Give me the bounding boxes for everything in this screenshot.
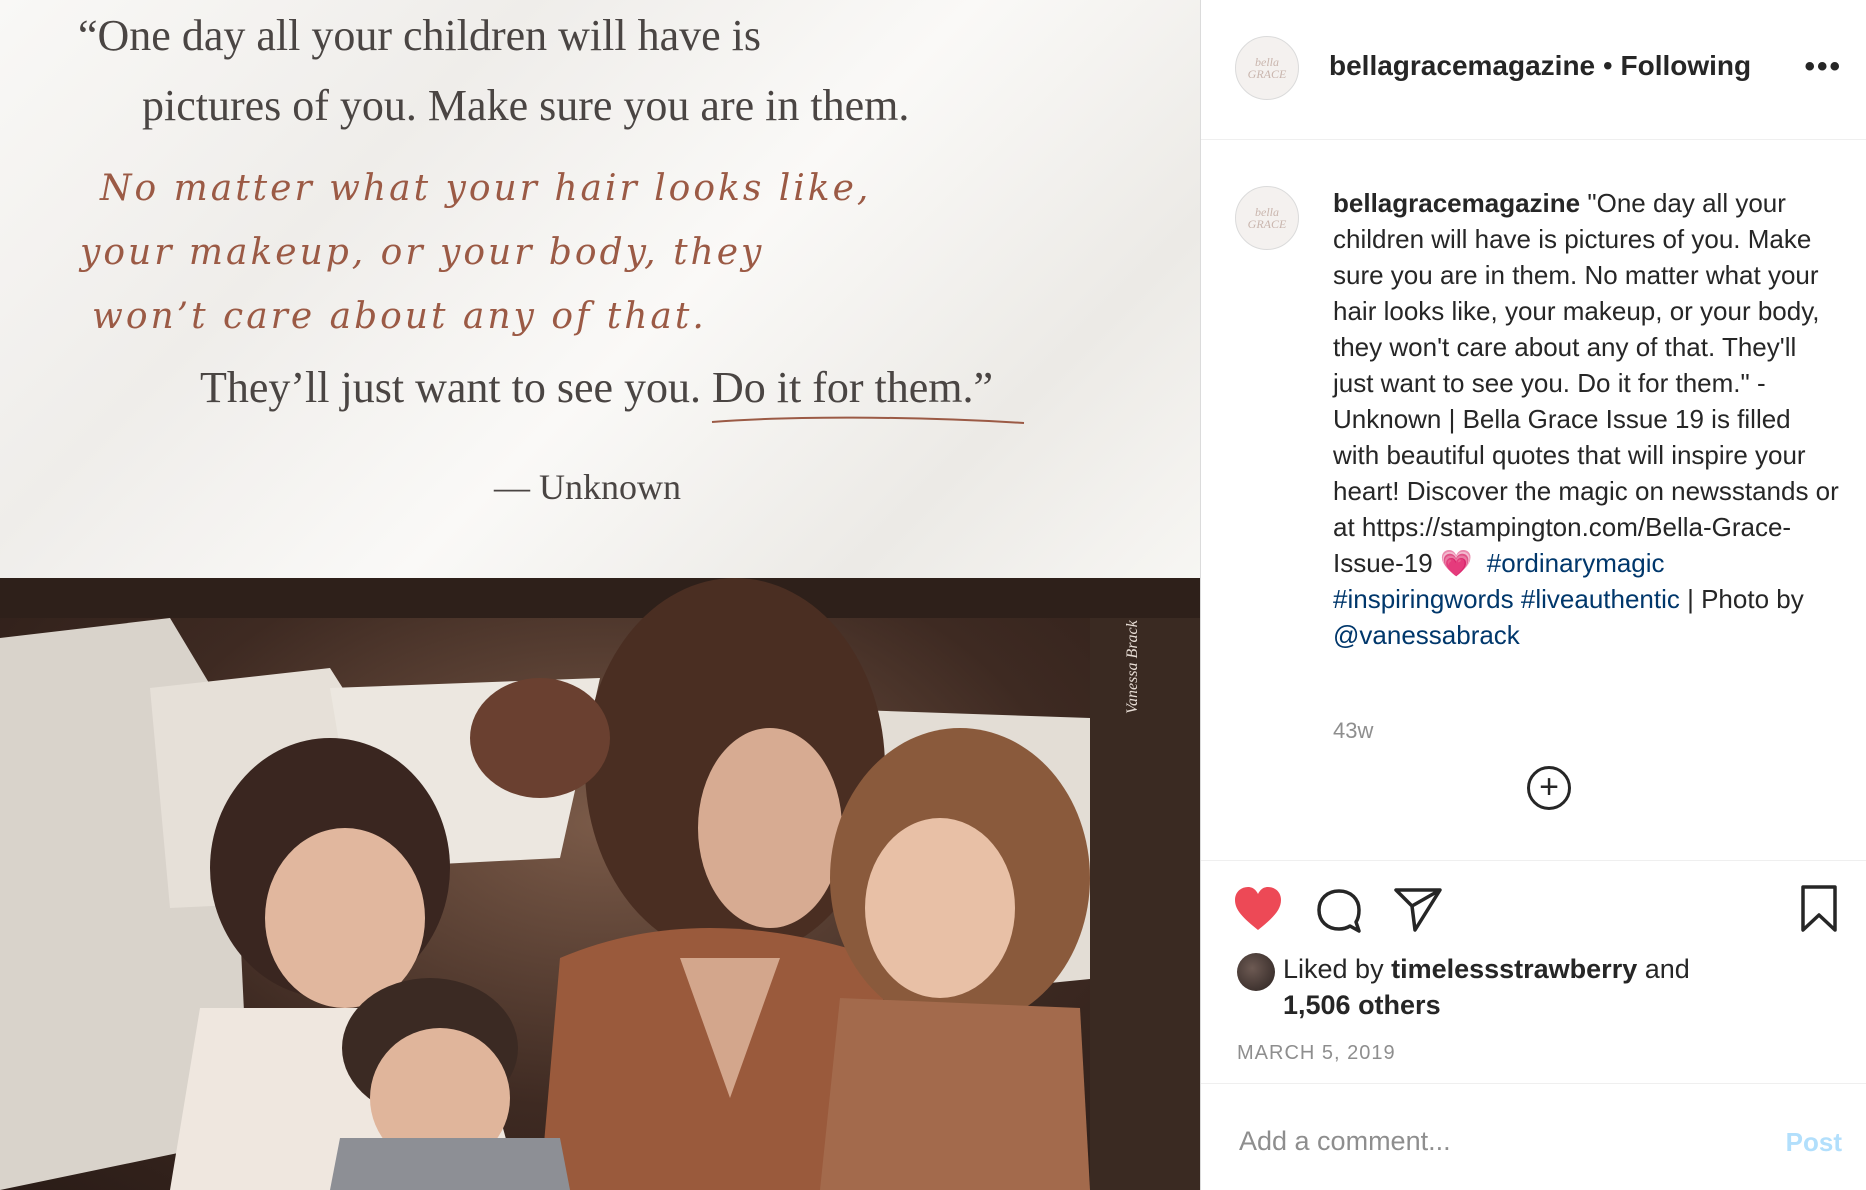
caption-username[interactable]: bellagracemagazine <box>1333 188 1580 218</box>
load-more-comments-button[interactable]: + <box>1527 766 1571 810</box>
mention-vanessabrack[interactable]: @vanessabrack <box>1333 620 1520 650</box>
post-media[interactable]: “One day all your children will have is … <box>0 0 1200 1190</box>
bookmark-icon[interactable] <box>1799 884 1839 934</box>
caption-text: "One day all your children will have is … <box>1333 188 1839 578</box>
caption-avatar-logo-text: bella GRACE <box>1247 205 1287 231</box>
header-separator: • <box>1602 50 1613 81</box>
more-options-icon[interactable]: ••• <box>1804 50 1842 84</box>
quote-line-3: They’ll just want to see you. Do it for … <box>200 363 994 412</box>
actions-divider <box>1201 860 1866 861</box>
family-photo: Vanessa Brack <box>0 578 1200 1190</box>
quote-panel: “One day all your children will have is … <box>0 0 1200 578</box>
script-line-1: No matter what your hair looks like, <box>100 168 872 209</box>
liked-by-prefix: Liked by <box>1283 954 1392 984</box>
caption: bellagracemagazine "One day all your chi… <box>1333 185 1843 653</box>
hashtag-ordinarymagic[interactable]: #ordinarymagic <box>1487 548 1665 578</box>
likes-others-count[interactable]: 1,506 others <box>1283 990 1441 1020</box>
share-icon[interactable] <box>1393 886 1443 934</box>
script-line-2: your makeup, or your body, they <box>80 232 765 273</box>
comment-input[interactable] <box>1237 1125 1741 1158</box>
hashtag-liveauthentic[interactable]: #liveauthentic <box>1521 584 1680 614</box>
liked-by-and: and <box>1637 954 1690 984</box>
photo-credit: Vanessa Brack <box>1124 620 1141 714</box>
quote-line-1: “One day all your children will have is <box>78 11 762 60</box>
avatar-logo-text: bella GRACE <box>1247 55 1287 81</box>
post-date[interactable]: MARCH 5, 2019 <box>1237 1042 1396 1065</box>
script-line-3: won’t care about any of that. <box>92 296 707 337</box>
post-comment-button[interactable]: Post <box>1786 1127 1842 1158</box>
family-illustration <box>0 578 1200 1190</box>
header-username[interactable]: bellagracemagazine <box>1329 50 1595 81</box>
caption-time-ago[interactable]: 43w <box>1333 718 1373 744</box>
header-avatar[interactable]: bella GRACE <box>1235 36 1299 100</box>
quote-attribution: — Unknown <box>494 467 681 507</box>
heart-emoji: 💗 <box>1439 548 1473 578</box>
following-button[interactable]: Following <box>1621 50 1752 81</box>
photo-by-text: | Photo by <box>1679 584 1804 614</box>
liker-username[interactable]: timelessstrawberry <box>1391 954 1637 984</box>
underline-swash <box>711 416 1025 424</box>
plus-icon: + <box>1539 767 1559 806</box>
header-divider <box>1201 139 1866 140</box>
hashtag-inspiringwords[interactable]: #inspiringwords <box>1333 584 1514 614</box>
liked-by: Liked by timelessstrawberry and 1,506 ot… <box>1283 951 1690 1023</box>
liker-avatar[interactable] <box>1237 953 1275 991</box>
heart-icon[interactable] <box>1233 886 1283 932</box>
comment-icon[interactable] <box>1315 888 1363 934</box>
post-side-panel: bella GRACE bellagracemagazine • Followi… <box>1200 0 1866 1190</box>
comment-divider <box>1201 1083 1866 1084</box>
header-user-line: bellagracemagazine • Following <box>1329 50 1751 82</box>
caption-avatar[interactable]: bella GRACE <box>1235 186 1299 250</box>
quote-line-2: pictures of you. Make sure you are in th… <box>142 81 910 130</box>
